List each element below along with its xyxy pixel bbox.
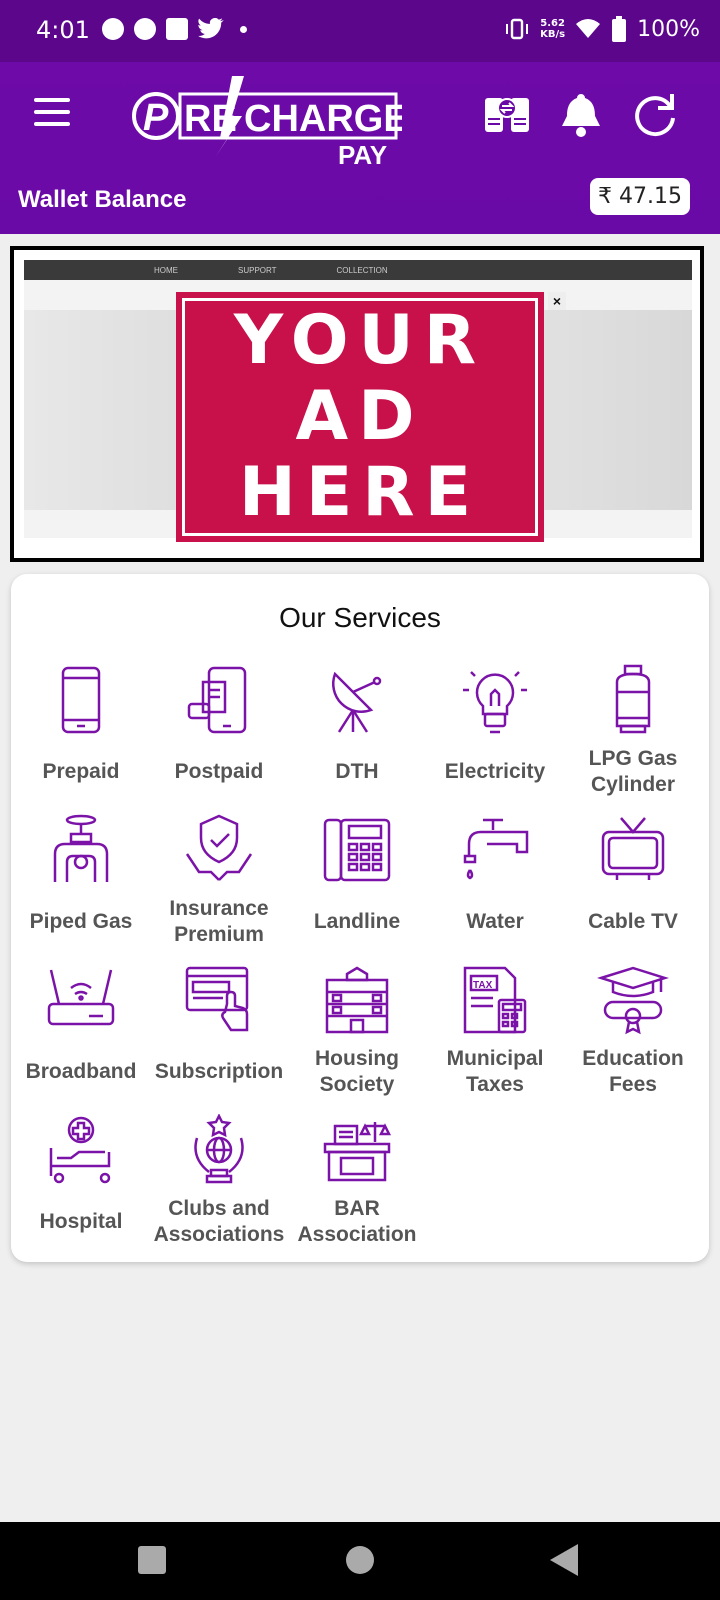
svg-text:TAX: TAX	[473, 980, 493, 991]
service-hospital[interactable]: Hospital	[11, 1114, 151, 1264]
wifi-icon	[576, 19, 601, 38]
service-label: Housing Society	[315, 1047, 399, 1096]
svg-text:P: P	[143, 97, 169, 139]
service-landline[interactable]: Landline	[287, 814, 427, 964]
network-speed: 5.62 KB/s	[540, 18, 565, 40]
system-nav-bar	[0, 1522, 720, 1600]
service-postpaid[interactable]: Postpaid	[149, 664, 289, 814]
building-icon	[325, 966, 389, 1034]
vibrate-icon	[506, 18, 529, 40]
postpaid-bill-icon	[187, 666, 247, 734]
water-tap-icon	[463, 818, 529, 880]
service-water[interactable]: Water	[425, 814, 565, 964]
service-label: Prepaid	[42, 760, 120, 783]
wallet-balance-label: Wallet Balance	[18, 186, 187, 213]
service-subscription[interactable]: Subscription	[149, 964, 289, 1114]
ad-line-3: HERE	[238, 453, 482, 532]
speedometer-icon	[134, 18, 156, 40]
services-title: Our Services	[279, 602, 441, 633]
service-label: Water	[466, 910, 524, 933]
logo-text-charge: CHARGE	[244, 98, 402, 140]
gas-cylinder-icon	[615, 664, 651, 734]
insurance-shield-icon	[185, 814, 253, 881]
twitter-icon	[198, 18, 224, 39]
service-prepaid[interactable]: Prepaid	[11, 664, 151, 814]
app-header: P RE CHARGE PAY Wallet Balance ₹ 47.15	[0, 62, 720, 234]
ad-banner[interactable]: HOME SUPPORT COLLECTION × YOUR AD HERE	[10, 246, 704, 562]
ad-line-2: AD	[295, 377, 425, 456]
ad-line-1: YOUR	[233, 301, 487, 380]
battery-percent: 100%	[637, 16, 700, 42]
notification-icons	[102, 18, 247, 40]
service-municipal-taxes[interactable]: TAX Municipal Taxes	[425, 964, 565, 1114]
ad-nav-support: SUPPORT	[238, 265, 277, 275]
home-button[interactable]	[346, 1546, 374, 1574]
logo-text-pay: PAY	[338, 140, 387, 166]
court-desk-icon	[323, 1122, 392, 1182]
status-right: 5.62 KB/s 100%	[504, 16, 700, 42]
status-bar: 4:01 5.62 KB/s 100%	[0, 0, 720, 62]
battery-icon	[612, 16, 627, 42]
refresh-icon[interactable]	[630, 90, 680, 140]
service-housing-society[interactable]: Housing Society	[287, 964, 427, 1114]
transfer-devices-icon[interactable]	[482, 90, 532, 140]
ad-close-button[interactable]: ×	[548, 292, 566, 310]
landline-phone-icon	[323, 818, 391, 882]
service-dth[interactable]: DTH	[287, 664, 427, 814]
service-label: Education Fees	[582, 1047, 684, 1096]
back-button[interactable]	[550, 1544, 578, 1576]
service-broadband[interactable]: Broadband	[11, 964, 151, 1114]
service-lpg-gas[interactable]: LPG Gas Cylinder	[563, 664, 703, 814]
club-globe-icon	[194, 1114, 244, 1184]
ad-nav-home: HOME	[154, 265, 178, 275]
service-label: Postpaid	[174, 760, 264, 783]
service-label: Landline	[313, 910, 401, 933]
hospital-bed-icon	[49, 1116, 111, 1184]
services-card: Our Services Prepaid Postpaid DTH Electr…	[11, 574, 709, 1262]
service-label: BAR Association	[297, 1197, 417, 1246]
bulb-icon	[463, 671, 527, 734]
service-clubs-associations[interactable]: Clubs and Associations	[149, 1114, 289, 1264]
status-time: 4:01	[36, 16, 90, 44]
service-label: Insurance Premium	[169, 897, 269, 946]
service-education-fees[interactable]: Education Fees	[563, 964, 703, 1114]
service-label: Cable TV	[588, 910, 678, 933]
satellite-dish-icon	[332, 671, 382, 733]
service-label: Municipal Taxes	[446, 1047, 544, 1096]
service-insurance[interactable]: Insurance Premium	[149, 814, 289, 964]
speed-unit: KB/s	[540, 29, 566, 40]
service-label: Piped Gas	[29, 910, 133, 933]
ad-nav-collection: COLLECTION	[336, 265, 388, 275]
facebook-icon	[166, 18, 188, 40]
ad-nav-strip: HOME SUPPORT COLLECTION	[24, 260, 692, 280]
mobile-icon	[61, 666, 101, 734]
service-cable-tv[interactable]: Cable TV	[563, 814, 703, 964]
wallet-balance-amount[interactable]: ₹ 47.15	[590, 178, 690, 215]
subscription-icon	[185, 966, 249, 1032]
recents-button[interactable]	[138, 1546, 166, 1574]
speed-value: 5.62	[540, 18, 565, 29]
menu-icon[interactable]	[34, 98, 70, 126]
pipe-valve-icon	[53, 814, 109, 882]
service-label: Electricity	[444, 760, 546, 783]
service-label: DTH	[335, 760, 379, 783]
graduation-cap-icon	[597, 966, 669, 1035]
service-piped-gas[interactable]: Piped Gas	[11, 814, 151, 964]
service-label: Subscription	[154, 1060, 284, 1083]
router-icon	[47, 969, 115, 1026]
tax-document-icon: TAX	[463, 966, 527, 1034]
service-bar-association[interactable]: BAR Association	[287, 1114, 427, 1264]
app-logo: P RE CHARGE PAY	[132, 76, 402, 166]
tv-icon	[601, 817, 665, 880]
service-label: Broadband	[25, 1060, 137, 1083]
bell-icon[interactable]	[556, 90, 606, 140]
service-label: Clubs and Associations	[153, 1197, 285, 1246]
more-notifications-dot	[240, 25, 247, 33]
service-label: Hospital	[39, 1210, 123, 1233]
service-electricity[interactable]: Electricity	[425, 664, 565, 814]
service-label: LPG Gas Cylinder	[588, 747, 678, 796]
app-notification-icon	[102, 18, 124, 40]
ad-placard: YOUR AD HERE	[176, 292, 544, 542]
